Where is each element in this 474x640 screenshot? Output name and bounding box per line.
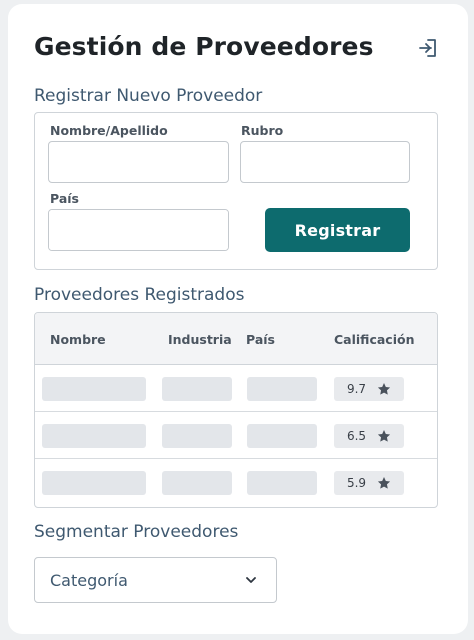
country-placeholder [247, 424, 317, 448]
star-icon [377, 477, 391, 489]
country-input[interactable] [49, 210, 228, 250]
rating-value: 6.5 [346, 429, 367, 443]
category-select-value: Categoría [50, 570, 128, 590]
country-label: País [50, 191, 79, 206]
industry-placeholder [162, 424, 232, 448]
register-button[interactable]: Registrar [265, 208, 410, 252]
star-icon [377, 383, 391, 395]
rating-value: 5.9 [346, 476, 367, 490]
name-label: Nombre/Apellido [50, 123, 168, 138]
country-field [48, 209, 229, 251]
column-header-country[interactable]: País [246, 332, 275, 347]
table-row[interactable]: 5.9 [35, 459, 437, 506]
logout-button[interactable] [414, 34, 442, 62]
column-header-rating[interactable]: Calificación [334, 332, 414, 347]
chevron-down-icon [246, 577, 256, 583]
category-input[interactable] [240, 141, 410, 183]
column-header-name[interactable]: Nombre [50, 332, 106, 347]
table-row[interactable]: 6.5 [35, 412, 437, 459]
page-title: Gestión de Proveedores [34, 32, 374, 61]
name-placeholder [42, 424, 146, 448]
rating-badge: 5.9 [334, 471, 404, 495]
registered-section-title: Proveedores Registrados [34, 285, 245, 305]
star-icon [377, 430, 391, 442]
category-select[interactable]: Categoría [34, 557, 277, 603]
logout-icon [419, 39, 436, 57]
name-input[interactable] [48, 141, 229, 183]
segment-section-title: Segmentar Proveedores [34, 522, 239, 542]
register-form: Nombre/Apellido Rubro País Registrar [34, 112, 438, 270]
rating-badge: 6.5 [334, 424, 404, 448]
supplier-management-card: Gestión de Proveedores Registrar Nuevo P… [8, 4, 468, 634]
name-placeholder [42, 377, 146, 401]
category-label: Rubro [241, 123, 284, 138]
industry-placeholder [162, 377, 232, 401]
country-placeholder [247, 471, 317, 495]
name-placeholder [42, 471, 146, 495]
industry-placeholder [162, 471, 232, 495]
table-row[interactable]: 9.7 [35, 365, 437, 412]
register-section-title: Registrar Nuevo Proveedor [34, 86, 263, 106]
suppliers-table: Nombre Industria País Calificación 9.7 6… [34, 312, 438, 508]
rating-value: 9.7 [346, 382, 367, 396]
country-placeholder [247, 377, 317, 401]
column-header-industry[interactable]: Industria [168, 332, 232, 347]
rating-badge: 9.7 [334, 377, 404, 401]
table-header: Nombre Industria País Calificación [35, 313, 437, 365]
